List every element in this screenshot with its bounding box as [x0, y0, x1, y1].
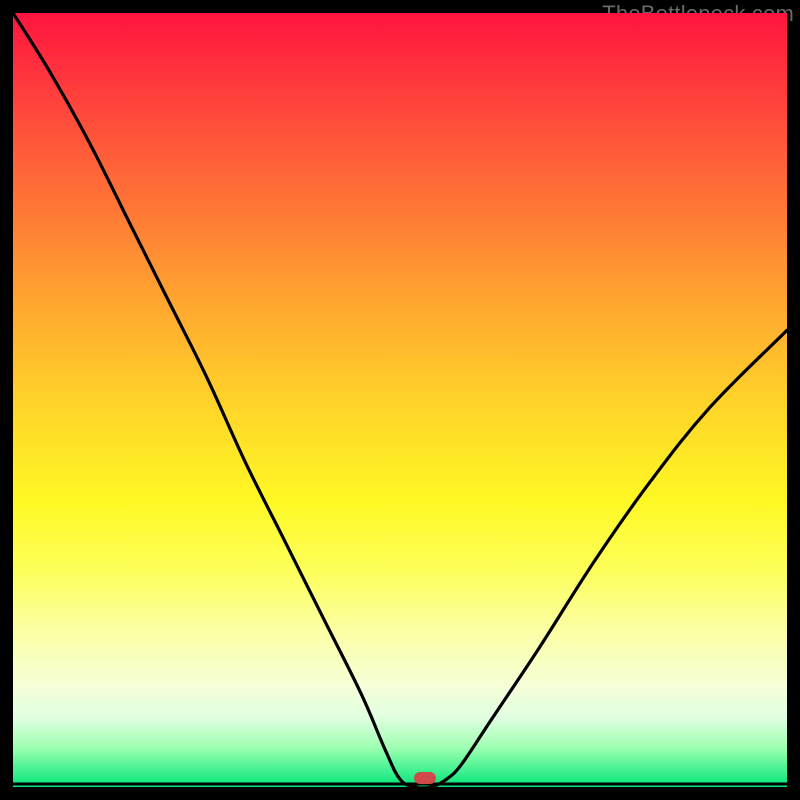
chart-frame: TheBottleneck.com	[0, 0, 800, 800]
plot-area	[13, 13, 787, 787]
optimal-marker	[414, 772, 436, 784]
bottleneck-curve	[13, 13, 787, 787]
